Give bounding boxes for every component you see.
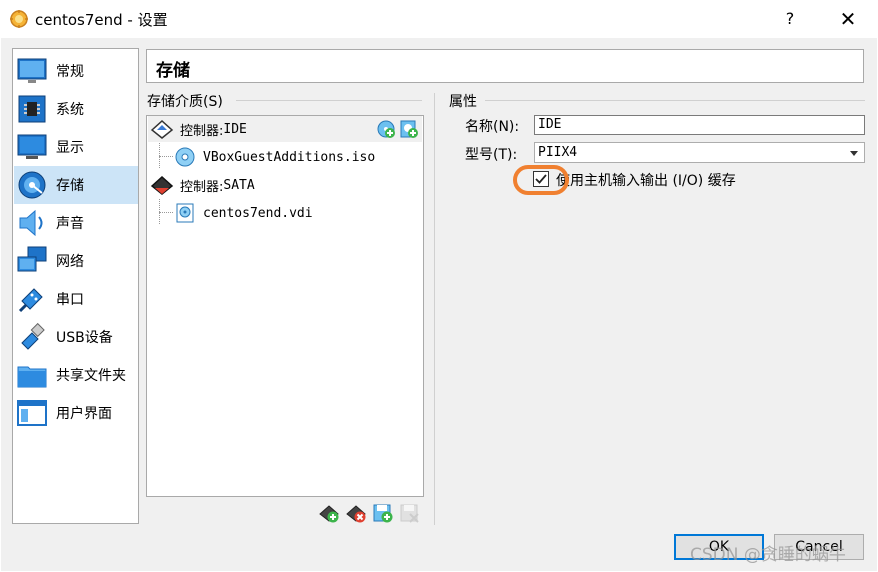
sidebar-item-label: 显示 — [56, 140, 84, 156]
usb-icon — [16, 321, 48, 353]
sidebar-item-label: 常规 — [56, 64, 84, 80]
storage-tree[interactable]: 控制器: IDE VBoxGuestAdditions.iso 控制器: SAT… — [146, 115, 424, 497]
type-select[interactable]: PIIX4 — [534, 142, 865, 163]
close-button[interactable]: ✕ — [828, 6, 868, 32]
sidebar-item-shared-folders[interactable]: 共享文件夹 — [14, 356, 138, 394]
cancel-button[interactable]: Cancel — [774, 534, 864, 560]
sidebar-item-audio[interactable]: 声音 — [14, 204, 138, 242]
virtualbox-app-icon — [10, 10, 28, 28]
page-title: 存储 — [156, 61, 190, 81]
shared-folder-icon — [16, 359, 48, 391]
vertical-divider — [434, 93, 435, 525]
tree-connector — [159, 212, 173, 213]
page-title-box: 存储 — [146, 49, 864, 83]
display-monitor-icon — [16, 131, 48, 163]
sidebar-item-general[interactable]: 常规 — [14, 52, 138, 90]
remove-controller-icon[interactable] — [345, 502, 367, 524]
system-chip-icon — [16, 93, 48, 125]
sidebar-item-user-interface[interactable]: 用户界面 — [14, 394, 138, 432]
tree-item-label-value: IDE — [223, 121, 247, 137]
tree-connector — [159, 156, 173, 157]
add-optical-drive-icon[interactable] — [376, 119, 396, 139]
sidebar-item-serial[interactable]: 串口 — [14, 280, 138, 318]
name-label: 名称(N): — [465, 119, 520, 135]
add-hard-disk-icon[interactable] — [399, 119, 419, 139]
tree-item-hard-disk[interactable]: centos7end.vdi — [175, 200, 313, 226]
sidebar-item-label: 用户界面 — [56, 406, 112, 422]
tree-item-label-value: SATA — [223, 177, 255, 193]
sidebar-item-label: 网络 — [56, 254, 84, 270]
sidebar-item-label: 系统 — [56, 102, 84, 118]
help-button[interactable]: ? — [770, 6, 810, 32]
sidebar-item-system[interactable]: 系统 — [14, 90, 138, 128]
sidebar-item-label: 声音 — [56, 216, 84, 232]
tree-item-label-prefix: 控制器: — [180, 123, 224, 139]
tree-item-label-prefix: 控制器: — [180, 179, 224, 195]
host-io-cache-checkbox[interactable] — [533, 171, 549, 187]
type-label: 型号(T): — [465, 147, 518, 163]
tree-item-ide-controller[interactable]: 控制器: IDE — [148, 116, 422, 142]
tree-item-label: VBoxGuestAdditions.iso — [203, 149, 376, 165]
general-monitor-icon — [16, 55, 48, 87]
window-title: centos7end - 设置 — [35, 11, 168, 29]
name-input[interactable]: IDE — [534, 115, 865, 135]
hard-disk-icon — [175, 203, 195, 223]
sidebar-item-network[interactable]: 网络 — [14, 242, 138, 280]
ide-controller-icon — [150, 118, 174, 140]
ok-button[interactable]: OK — [674, 534, 764, 560]
sidebar-item-label: USB设备 — [56, 330, 113, 346]
sidebar-item-label: 共享文件夹 — [56, 368, 126, 384]
tree-item-optical-disc[interactable]: VBoxGuestAdditions.iso — [175, 144, 375, 170]
add-attachment-icon[interactable] — [372, 502, 394, 524]
settings-sidebar: 常规 系统 显示 存储 声音 网络 串口 USB设备 共享文件夹 用户界面 — [12, 48, 139, 524]
tree-item-label: centos7end.vdi — [203, 205, 313, 221]
network-icon — [16, 245, 48, 277]
sata-controller-icon — [150, 174, 174, 196]
sidebar-item-label: 存储 — [56, 178, 84, 194]
attributes-group-label: 属性 — [449, 94, 477, 110]
sidebar-item-storage[interactable]: 存储 — [14, 166, 138, 204]
speaker-icon — [16, 207, 48, 239]
host-io-cache-label[interactable]: 使用主机输入输出 (I/O) 缓存 — [556, 170, 736, 190]
serial-port-icon — [16, 283, 48, 315]
optical-disc-icon — [175, 147, 195, 167]
group-divider — [485, 100, 865, 101]
user-interface-icon — [16, 397, 48, 429]
add-controller-icon[interactable] — [318, 502, 340, 524]
chevron-down-icon — [850, 151, 858, 156]
title-bar: centos7end - 设置 ? ✕ — [0, 0, 878, 38]
storage-devices-group-label: 存储介质(S) — [147, 94, 223, 110]
remove-attachment-icon[interactable] — [399, 502, 421, 524]
type-select-value: PIIX4 — [538, 145, 578, 160]
sidebar-item-display[interactable]: 显示 — [14, 128, 138, 166]
checkmark-icon — [535, 174, 547, 184]
sidebar-item-usb[interactable]: USB设备 — [14, 318, 138, 356]
tree-item-sata-controller[interactable]: 控制器: SATA — [148, 172, 255, 198]
storage-disk-icon — [16, 169, 48, 201]
sidebar-item-label: 串口 — [56, 292, 84, 308]
group-divider — [236, 100, 422, 101]
